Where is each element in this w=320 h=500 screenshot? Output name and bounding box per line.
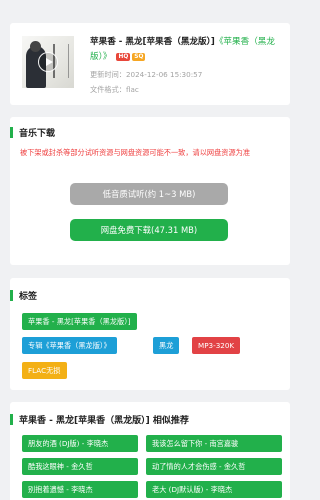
recommend-item[interactable]: 酷我这眼神 - 金久哲 (22, 458, 138, 475)
hq-badge: HQ (116, 53, 131, 61)
recommend-item[interactable]: 别抱着遗憾 - 李晓杰 (22, 481, 138, 498)
tag-mp3[interactable]: MP3-320K (192, 337, 241, 354)
netdisk-download-button[interactable]: 网盘免费下载(47.31 MB) (70, 219, 228, 241)
song-title: 苹果香 - 黑龙[苹果香（黑龙版）]《苹果香（黑龙版）》 HQ SQ (90, 35, 285, 65)
section-accent-bar (10, 414, 13, 425)
tag-flac[interactable]: FLAC无损 (22, 362, 67, 379)
low-quality-preview-button[interactable]: 低音质试听(约 1~3 MB) (70, 183, 228, 205)
recommend-item[interactable]: 我该怎么留下你 - 南宫嘉骏 (146, 435, 282, 452)
recommend-item[interactable]: 朋友的酒 (DJ版) - 李晓杰 (22, 435, 138, 452)
download-notice: 被下架或封杀等部分试听资源与网盘资源可能不一致，请以网盘资源为准 (20, 148, 251, 157)
album-cover[interactable] (22, 36, 74, 88)
recommend-item[interactable]: 老大 (DJ默认版) - 李晓杰 (146, 481, 282, 498)
cover-artist-head (30, 41, 41, 52)
section-accent-bar (10, 290, 13, 301)
recommend-card: 苹果香 - 黑龙[苹果香（黑龙版）] 相似推荐 朋友的酒 (DJ版) - 李晓杰… (10, 402, 290, 500)
download-section-title: 音乐下载 (19, 129, 56, 139)
file-format: 文件格式：flac (90, 85, 139, 94)
song-info-card: 苹果香 - 黑龙[苹果香（黑龙版）]《苹果香（黑龙版）》 HQ SQ 更新时间：2… (10, 23, 290, 105)
section-accent-bar (10, 127, 13, 138)
sq-badge: SQ (132, 53, 146, 61)
tag-song[interactable]: 苹果香 - 黑龙[苹果香（黑龙版）] (22, 313, 137, 330)
recommend-section-title: 苹果香 - 黑龙[苹果香（黑龙版）] 相似推荐 (19, 416, 189, 426)
play-icon[interactable] (38, 52, 58, 72)
tags-card: 标签 苹果香 - 黑龙[苹果香（黑龙版）] 专辑《苹果香（黑龙版）》 黑龙 MP… (10, 278, 290, 390)
update-time: 更新时间：2024-12-06 15:30:57 (90, 70, 203, 79)
song-title-main: 苹果香 - 黑龙[苹果香（黑龙版）] (90, 37, 215, 47)
recommend-item[interactable]: 动了情的人才会伤感 - 金久哲 (146, 458, 282, 475)
tag-artist[interactable]: 黑龙 (153, 337, 180, 354)
tags-section-title: 标签 (19, 292, 38, 302)
tag-album[interactable]: 专辑《苹果香（黑龙版）》 (22, 337, 117, 354)
download-card: 音乐下载 被下架或封杀等部分试听资源与网盘资源可能不一致，请以网盘资源为准 低音… (10, 117, 290, 265)
